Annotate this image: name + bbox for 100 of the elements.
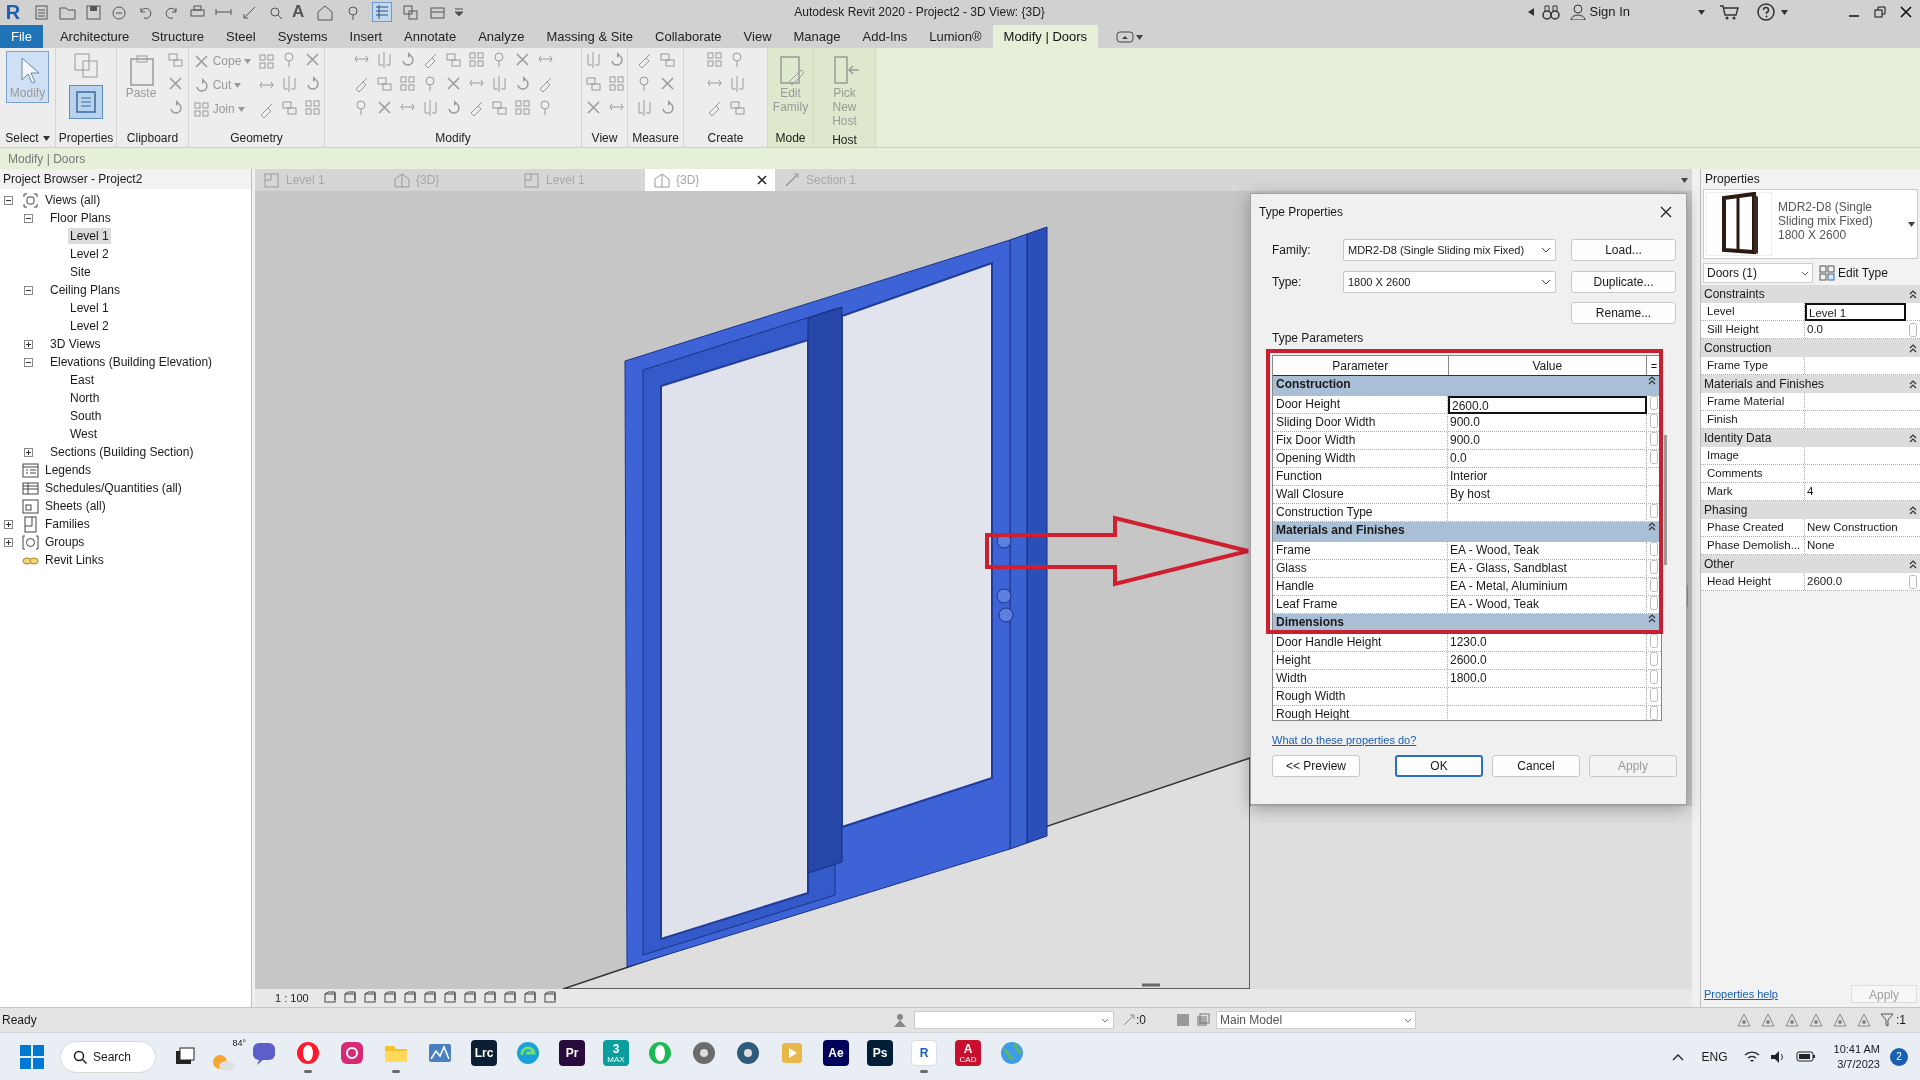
app-icon[interactable] (735, 1040, 761, 1066)
left-arrow-icon[interactable] (1527, 8, 1534, 16)
value-cell[interactable]: 4 (1805, 483, 1906, 501)
value-cell[interactable]: 2600.0 (1805, 573, 1906, 591)
language-indicator[interactable]: ENG (1701, 1047, 1728, 1066)
dialog-button[interactable]: Cancel (1492, 755, 1580, 777)
tree-item[interactable]: Groups (43, 534, 87, 550)
tree-item[interactable]: West (68, 426, 100, 442)
app-icon[interactable] (339, 1040, 365, 1066)
ribbon-tab[interactable]: Annotate (393, 25, 468, 48)
type-selector[interactable]: MDR2-D8 (Single Sliding mix Fixed) 1800 X 2600 (1703, 189, 1918, 259)
model-icon[interactable] (1196, 1013, 1210, 1027)
square-icon[interactable] (322, 991, 337, 1005)
notification-badge[interactable]: 2 (1890, 1047, 1908, 1066)
help-link[interactable]: What do these properties do? (1272, 734, 1417, 746)
dialog-button[interactable]: << Preview (1272, 755, 1360, 777)
battery-icon[interactable] (1795, 1049, 1816, 1062)
selection-icon[interactable] (1122, 1013, 1136, 1027)
dialog-button[interactable]: Duplicate... (1571, 271, 1676, 293)
app-icon[interactable]: Lrc (471, 1040, 497, 1066)
speaker-icon[interactable] (1769, 1049, 1786, 1064)
close-icon[interactable] (1660, 206, 1672, 218)
tree-item[interactable]: Schedules/Quantities (all) (43, 480, 184, 496)
tree-item[interactable]: Families (43, 516, 92, 532)
tree-item[interactable]: Floor Plans (48, 210, 113, 226)
ribbon-tab[interactable]: File (0, 25, 43, 48)
panel-toggle-icon[interactable] (1116, 31, 1135, 43)
dialog-button[interactable]: Rename... (1571, 302, 1676, 324)
ribbon-tab[interactable]: Structure (140, 25, 216, 48)
windows-logo-icon[interactable] (20, 1044, 44, 1069)
clock-time[interactable]: 10:41 AM (1833, 1041, 1880, 1057)
tree-item[interactable]: Ceiling Plans (48, 282, 123, 298)
model-dropdown[interactable]: Main Model (1216, 1011, 1416, 1029)
help-link[interactable]: Properties help (1704, 985, 1778, 1003)
clock-date[interactable]: 3/7/2023 (1837, 1056, 1880, 1072)
value-cell[interactable]: None (1805, 537, 1906, 555)
expand-icon[interactable] (24, 339, 33, 349)
tree-item[interactable]: Views (all) (43, 192, 103, 208)
filter-icon[interactable] (1880, 1013, 1894, 1027)
app-logo[interactable]: R (2, 1, 24, 23)
dropdown[interactable]: MDR2-D8 (Single Sliding mix Fixed) (1343, 239, 1556, 261)
ribbon-tab[interactable]: Systems (266, 25, 339, 48)
value-cell[interactable]: 2600.0 (1448, 396, 1647, 414)
group-header[interactable]: Other (1704, 555, 1734, 573)
value-cell[interactable]: Level 1 (1805, 303, 1906, 321)
tree-item[interactable]: 3D Views (48, 336, 103, 352)
cart-icon[interactable] (1719, 4, 1739, 20)
app-icon[interactable] (251, 1040, 277, 1066)
tree-item[interactable]: Sheets (all) (43, 498, 108, 514)
collapse-icon[interactable] (4, 195, 13, 205)
user-icon[interactable] (1569, 4, 1586, 20)
ribbon-tab[interactable]: Add-Ins (851, 25, 919, 48)
app-icon[interactable] (295, 1040, 321, 1066)
collapse-icon[interactable] (24, 357, 33, 367)
app-icon[interactable]: Ae (823, 1040, 849, 1066)
tree-item[interactable]: Elevations (Building Elevation) (48, 354, 215, 370)
scroll-bar[interactable] (1684, 585, 1688, 607)
tree-item[interactable]: South (68, 408, 104, 424)
value-cell[interactable]: 0.0 (1805, 321, 1906, 339)
expand-icon[interactable] (24, 447, 33, 457)
customize-icon[interactable] (454, 7, 465, 17)
collapse-icon[interactable] (1648, 522, 1656, 531)
tree-item[interactable]: Level 1 (68, 300, 111, 316)
collapse-icon[interactable] (1909, 379, 1917, 389)
cube-icon[interactable] (342, 991, 357, 1005)
close-icon[interactable] (757, 175, 767, 185)
panel-title[interactable]: Select (5, 129, 39, 147)
workset-icon[interactable] (892, 1012, 908, 1028)
collapse-icon[interactable] (1909, 505, 1917, 515)
dialog-button[interactable]: OK (1395, 755, 1483, 777)
tree-item[interactable]: Legends (43, 462, 94, 478)
dialog-button[interactable]: Load... (1571, 239, 1676, 261)
value-cell[interactable]: New Construction (1805, 519, 1906, 537)
tree-item[interactable]: Level 1 (68, 228, 111, 244)
collapse-icon[interactable] (24, 213, 33, 223)
ribbon-tab[interactable]: Analyze (467, 25, 536, 48)
ribbon-tab[interactable]: Lumion® (918, 25, 993, 48)
view-scale[interactable]: 1 : 100 (275, 989, 309, 1007)
ribbon-tab[interactable]: Steel (215, 25, 267, 48)
collapse-icon[interactable] (24, 285, 33, 295)
app-icon[interactable]: Ps (867, 1040, 893, 1066)
ribbon-tab[interactable]: Modify | Doors (992, 25, 1099, 48)
app-icon[interactable] (647, 1040, 673, 1066)
tree-item[interactable]: Level 2 (68, 318, 111, 334)
app-icon[interactable] (691, 1040, 717, 1066)
filter-dropdown[interactable]: Doors (1) (1703, 263, 1813, 283)
expand-icon[interactable] (4, 537, 13, 547)
ribbon-tab[interactable]: Collaborate (644, 25, 733, 48)
text-tool[interactable]: A (292, 0, 305, 25)
tree-item[interactable]: North (68, 390, 102, 406)
collapse-icon[interactable] (1909, 433, 1917, 443)
scroll-bar[interactable] (1664, 435, 1667, 565)
binoculars-icon[interactable] (1541, 4, 1560, 20)
house-icon[interactable] (316, 3, 334, 21)
app-icon[interactable] (999, 1040, 1025, 1066)
app-icon[interactable]: Pr (559, 1040, 585, 1066)
tree-item[interactable]: Sections (Building Section) (48, 444, 196, 460)
save-icon[interactable] (85, 3, 102, 21)
ribbon-tab[interactable]: Architecture (48, 25, 141, 48)
sign-in-link[interactable]: Sign In (1589, 2, 1630, 22)
